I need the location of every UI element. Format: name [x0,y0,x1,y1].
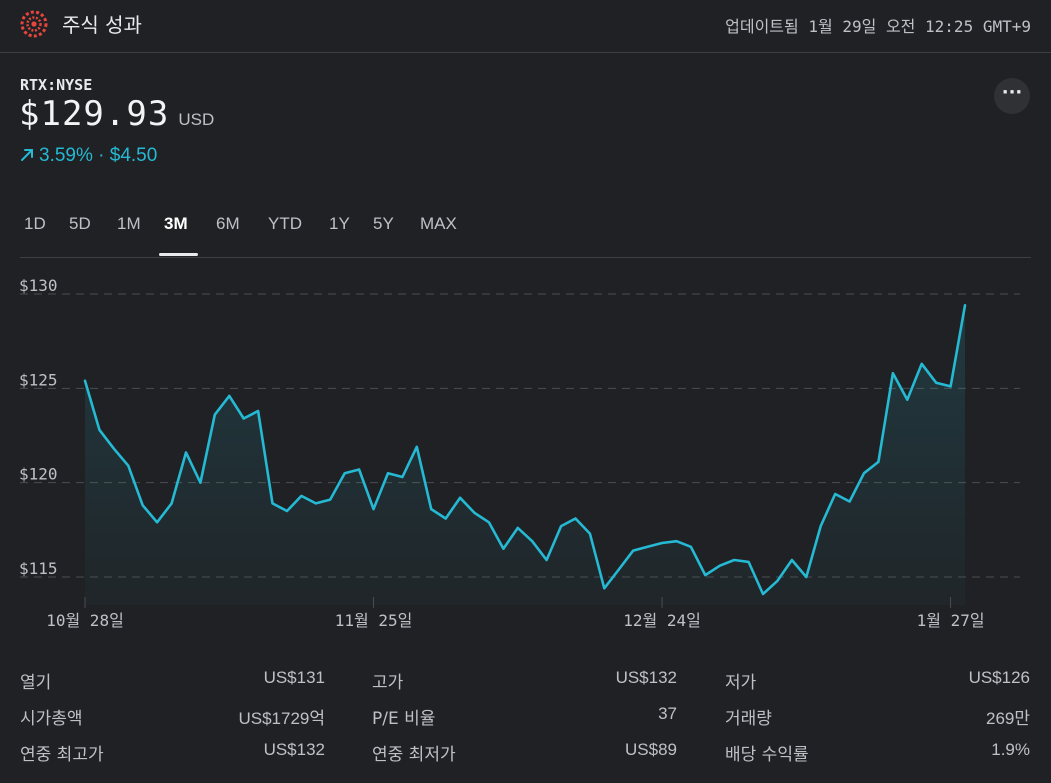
stat-value: US$131 [263,668,325,687]
stat-market-cap: 시가총액 US$1729억 [20,704,325,734]
tabs-divider [20,257,1031,258]
stat-value: US$89 [625,740,677,759]
stat-label: 고가 [372,673,404,693]
stat-label: 연중 최고가 [20,745,104,765]
stat-label: 거래량 [725,709,772,729]
stat-value: 37 [658,704,677,723]
stat-value: US$126 [968,668,1030,687]
x-tick-label: 10월 28일 [46,611,124,630]
stat-value: US$132 [615,668,677,687]
tab-3m[interactable]: 3M [164,214,188,234]
y-tick-label: $125 [19,370,58,389]
stat-label: 배당 수익률 [725,745,809,765]
change-separator: · [98,145,105,166]
y-tick-label: $115 [19,559,58,578]
more-options-button[interactable]: ··· [994,78,1030,114]
app-header: 주식 성과 업데이트됨 1월 29일 오전 12:25 GMT+9 [0,0,1051,53]
x-tick-label: 11월 25일 [335,611,413,630]
stat-value: 1.9% [991,740,1030,759]
selected-tab-indicator [159,253,198,256]
stat-label: P/E 비율 [372,709,436,729]
stat-52w-high: 연중 최고가 US$132 [20,740,325,770]
stat-pe-ratio: P/E 비율 37 [372,704,677,734]
price-chart[interactable]: $130 $125 $120 $115 10월 28일 11월 25일 12월 24일 1월 … [0,260,1051,640]
price-row: $129.93 USD [19,94,214,134]
tab-5y[interactable]: 5Y [373,214,394,234]
tab-1m[interactable]: 1M [117,214,141,234]
stat-label: 시가총액 [20,709,83,729]
stat-value: 269만 [985,709,1030,728]
trend-up-arrow-icon [21,149,33,161]
tab-5d[interactable]: 5D [69,214,91,234]
stat-label: 열기 [20,673,52,693]
y-tick-label: $130 [19,276,58,295]
stat-value: US$132 [263,740,325,759]
stat-high: 고가 US$132 [372,668,677,698]
stat-label: 연중 최저가 [372,745,456,765]
x-tick-label: 12월 24일 [623,611,701,630]
change-percent: 3.59% [39,145,93,166]
stat-52w-low: 연중 최저가 US$89 [372,740,677,770]
app-title: 주식 성과 [62,13,142,37]
stat-dividend-yield: 배당 수익률 1.9% [725,740,1030,770]
last-updated-timestamp: 업데이트됨 1월 29일 오전 12:25 GMT+9 [725,17,1031,36]
y-tick-label: $120 [19,465,58,484]
range-tabs: 1D 5D 1M 3M 6M YTD 1Y 5Y MAX [0,210,1031,258]
stat-label: 저가 [725,673,757,693]
stat-volume: 거래량 269만 [725,704,1030,734]
tab-max[interactable]: MAX [420,214,457,234]
price-area [85,305,965,605]
change-amount: $4.50 [109,145,158,166]
ticker-symbol: RTX:NYSE [20,76,93,94]
tab-6m[interactable]: 6M [216,214,240,234]
x-tick-label: 1월 27일 [917,611,985,630]
tab-ytd[interactable]: YTD [268,214,302,234]
stat-open: 열기 US$131 [20,668,325,698]
currency-code: USD [178,110,215,129]
current-price: $129.93 [19,94,170,134]
tab-1y[interactable]: 1Y [329,214,350,234]
tab-1d[interactable]: 1D [24,214,46,234]
price-change: 3.59% · $4.50 [19,145,157,167]
stat-low: 저가 US$126 [725,668,1030,698]
more-horiz-icon: ··· [1001,82,1023,103]
stat-value: US$1729억 [238,709,325,728]
finance-logo-icon [20,10,48,38]
